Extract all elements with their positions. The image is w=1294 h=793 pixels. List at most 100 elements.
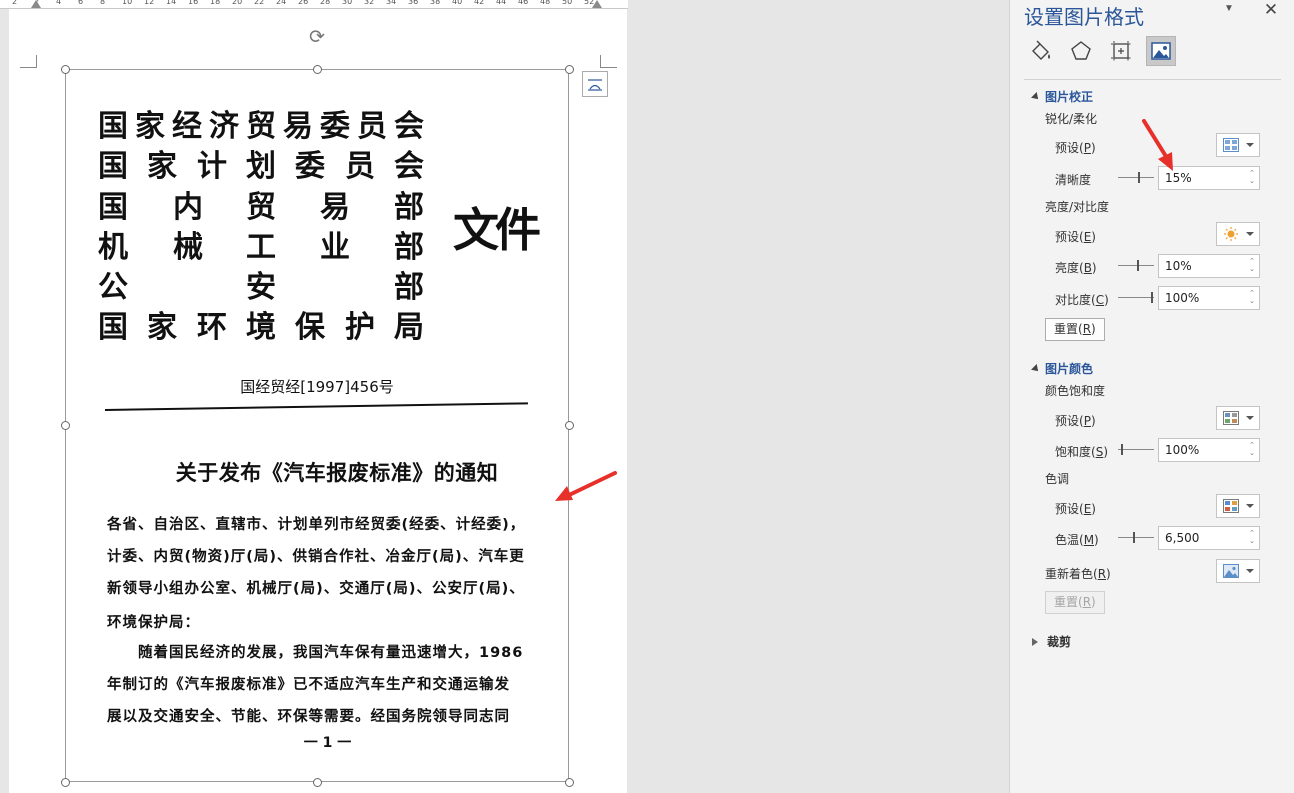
rotate-handle-icon[interactable]: ⟳ — [306, 26, 328, 48]
body-line: 环境保护局： — [107, 615, 200, 631]
sharpen-soften-heading: 锐化/柔化 — [1045, 112, 1098, 126]
organization-character: 家 — [135, 109, 165, 144]
saturation-slider[interactable] — [1118, 444, 1154, 456]
horizontal-ruler[interactable]: 2 2 4 6 8 10 12 14 16 18 20 22 24 26 28 30 32 34 36 38 40 42 4… — [0, 0, 628, 9]
expand-icon — [1032, 637, 1038, 646]
contrast-input[interactable]: 100% ⌃ ⌄ — [1158, 286, 1260, 310]
chevron-down-icon — [1246, 232, 1254, 236]
annotation-arrow-icon — [555, 471, 617, 501]
section-picture-color-label: 图片颜色 — [1045, 362, 1094, 376]
contrast-slider[interactable] — [1118, 292, 1154, 304]
collapse-icon — [1031, 363, 1041, 374]
organization-character: 国 — [98, 190, 128, 225]
organization-character: 贸 — [246, 109, 276, 144]
section-picture-corrections[interactable]: 图片校正 — [1031, 88, 1094, 105]
resize-handle-right[interactable] — [565, 421, 574, 430]
organization-character: 护 — [345, 310, 375, 345]
resize-handle-bottom-right[interactable] — [565, 778, 574, 787]
tab-picture[interactable] — [1146, 36, 1176, 66]
brightness-contrast-heading: 亮度/对比度 — [1045, 200, 1110, 214]
section-picture-corrections-label: 图片校正 — [1045, 90, 1094, 104]
section-crop[interactable]: 裁剪 — [1032, 633, 1071, 650]
bc-preset-dropdown[interactable] — [1216, 222, 1260, 246]
pane-title: 设置图片格式 — [1024, 5, 1144, 29]
tab-effects[interactable] — [1066, 36, 1096, 66]
spin-arrows-icon[interactable]: ⌃ ⌄ — [1248, 169, 1256, 187]
recolor-label: 重新着色(R) — [1045, 567, 1111, 581]
spin-arrows-icon[interactable]: ⌃ ⌄ — [1248, 289, 1256, 307]
body-line: 各省、自治区、直辖市、计划单列市经贸委(经委、计经委)， — [107, 517, 526, 533]
tone-preset-icon — [1223, 499, 1239, 513]
organization-character: 机 — [98, 230, 128, 265]
correction-reset-button[interactable]: 重置(R) — [1045, 318, 1105, 341]
organization-character: 械 — [173, 230, 203, 265]
sun-icon — [1224, 227, 1238, 241]
body-line: 计委、内贸(物资)厅(局)、供销合作社、冶金厅(局)、汽车更 — [107, 549, 525, 565]
ruler-right-indent-marker[interactable] — [592, 0, 602, 8]
resize-handle-left[interactable] — [61, 421, 70, 430]
brightness-value: 10% — [1165, 259, 1192, 273]
organization-character: 保 — [295, 310, 325, 345]
page-corner-mark — [20, 55, 37, 68]
tabs-divider — [1024, 79, 1281, 80]
tone-preset-dropdown[interactable] — [1216, 494, 1260, 518]
tab-size-layout[interactable] — [1106, 36, 1136, 66]
format-picture-pane: 设置图片格式 ▼ ✕ 图片校正 锐化/柔化 预设(P) 清晰度 15% ⌃ ⌄ … — [1009, 0, 1294, 793]
spin-arrows-icon[interactable]: ⌃ ⌄ — [1248, 257, 1256, 275]
chevron-down-icon — [1246, 143, 1254, 147]
tone-heading: 色调 — [1045, 472, 1070, 486]
ruler-number: 8 — [100, 0, 106, 6]
document-area: 2 2 4 6 8 10 12 14 16 18 20 22 24 26 28 30 32 34 36 38 40 42 4… — [0, 0, 1008, 793]
recolor-dropdown[interactable] — [1216, 559, 1260, 583]
organization-character: 境 — [246, 310, 276, 345]
sharpen-preset-label: 预设(P) — [1055, 141, 1096, 155]
ruler-number: 42 — [474, 0, 485, 6]
organization-character: 国 — [98, 310, 128, 345]
spin-arrows-icon[interactable]: ⌃ ⌄ — [1248, 529, 1256, 547]
ruler-number: 16 — [188, 0, 199, 6]
size-layout-icon — [1111, 41, 1131, 61]
resize-handle-bottom-left[interactable] — [61, 778, 70, 787]
scanned-document-image[interactable]: 国家经济贸易委员会国家计划委员会国内贸易部机械工业部公安部国家环境保护局 文件 … — [65, 69, 569, 782]
wenjian-heading: 文件 — [453, 203, 541, 257]
recolor-picture-icon — [1223, 564, 1239, 578]
color-reset-button[interactable]: 重置(R) — [1045, 591, 1105, 614]
temperature-input[interactable]: 6,500 ⌃ ⌄ — [1158, 526, 1260, 550]
resize-handle-top-left[interactable] — [61, 65, 70, 74]
organization-character: 国 — [98, 109, 128, 144]
layout-options-button[interactable] — [582, 71, 608, 97]
organization-character: 会 — [394, 149, 424, 184]
saturation-preset-dropdown[interactable] — [1216, 406, 1260, 430]
saturation-label: 饱和度(S) — [1055, 445, 1108, 459]
brightness-slider[interactable] — [1118, 260, 1154, 272]
chevron-down-icon — [1246, 416, 1254, 420]
organization-character: 家 — [147, 310, 177, 345]
organization-character: 安 — [246, 270, 276, 305]
tab-fill-line[interactable] — [1026, 36, 1056, 66]
notice-title: 关于发布《汽车报废标准》的通知 — [175, 461, 499, 485]
section-crop-label: 裁剪 — [1047, 635, 1072, 649]
document-number: 国经贸经[1997]456号 — [240, 378, 394, 396]
ruler-left-indent-marker[interactable] — [31, 0, 41, 8]
resize-handle-bottom[interactable] — [313, 778, 322, 787]
spin-arrows-icon[interactable]: ⌃ ⌄ — [1248, 441, 1256, 459]
ruler-number: 4 — [56, 0, 62, 6]
organization-character: 内 — [173, 190, 203, 225]
resize-handle-top-right[interactable] — [565, 65, 574, 74]
organization-character: 局 — [394, 310, 424, 345]
organization-character: 部 — [394, 230, 424, 265]
sharpen-preset-dropdown[interactable] — [1216, 133, 1260, 157]
layout-options-icon — [588, 79, 602, 91]
close-pane-button[interactable]: ✕ — [1263, 0, 1279, 20]
ruler-number: 36 — [408, 0, 419, 6]
ruler-number: 2 — [12, 0, 18, 6]
ruler-number: 34 — [386, 0, 397, 6]
temperature-slider[interactable] — [1118, 532, 1154, 544]
section-picture-color[interactable]: 图片颜色 — [1031, 360, 1094, 377]
pane-options-dropdown-icon[interactable]: ▼ — [1222, 2, 1236, 16]
brightness-input[interactable]: 10% ⌃ ⌄ — [1158, 254, 1260, 278]
saturation-input[interactable]: 100% ⌃ ⌄ — [1158, 438, 1260, 462]
organization-character: 委 — [295, 149, 325, 184]
resize-handle-top[interactable] — [313, 65, 322, 74]
sharpness-label: 清晰度 — [1055, 173, 1092, 187]
